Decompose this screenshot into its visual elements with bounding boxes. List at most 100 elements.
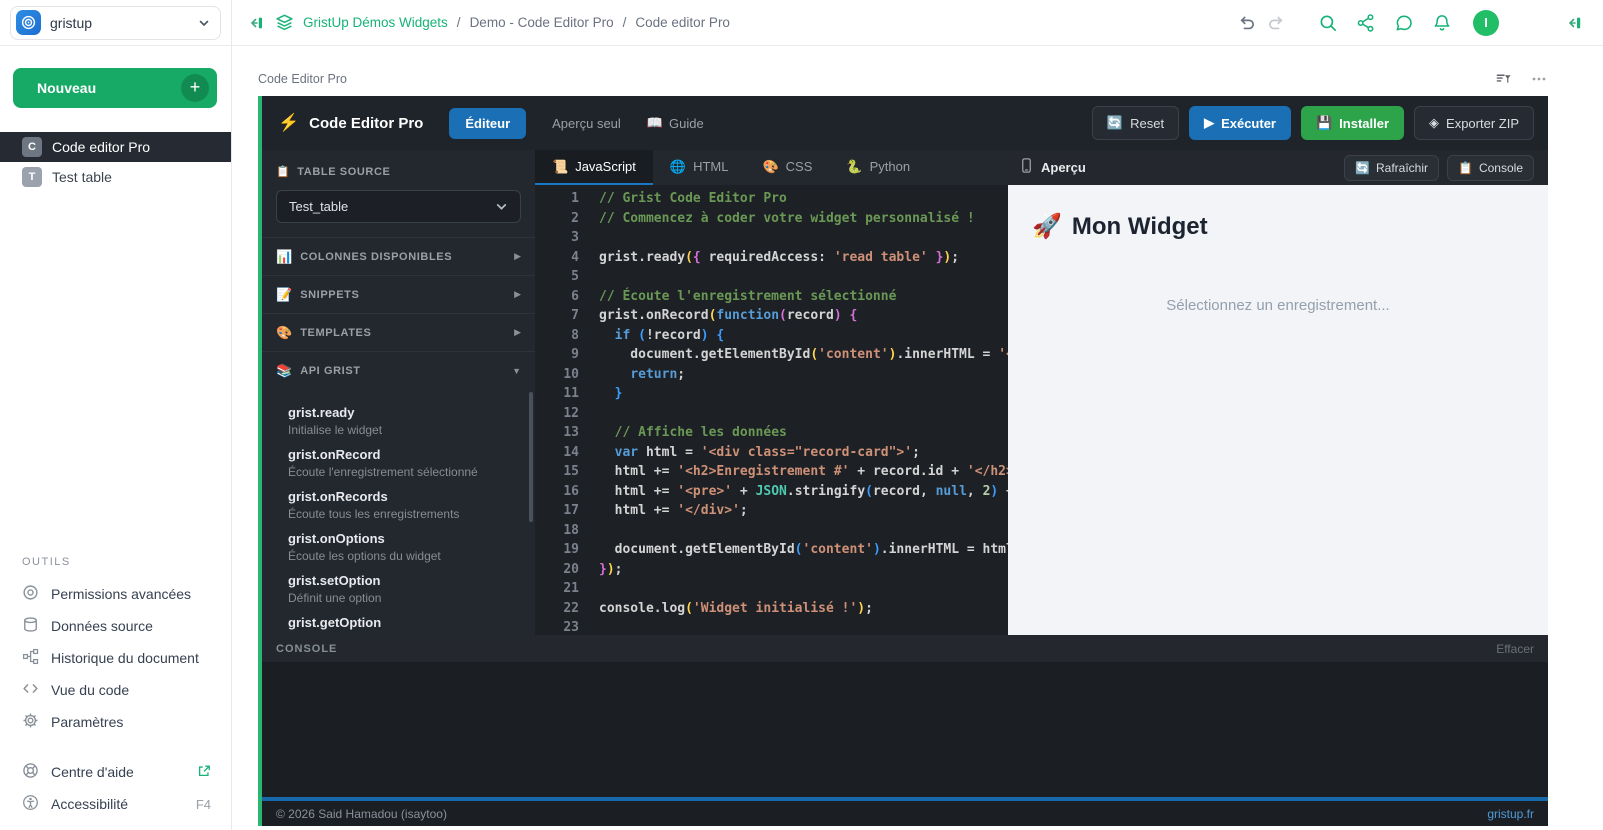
api-name: grist.getOption xyxy=(288,615,523,630)
gristup-link[interactable]: gristup.fr xyxy=(1487,807,1534,821)
line-number: 9 xyxy=(535,345,579,365)
app: gristup Nouveau + C Code editor Pro TTest … xyxy=(0,0,1603,830)
tool-item-vue-du-code[interactable]: Vue du code xyxy=(0,674,231,706)
line-number: 16 xyxy=(535,482,579,502)
console-clear-button[interactable]: Effacer xyxy=(1496,642,1534,656)
help-center-item[interactable]: Centre d'aide xyxy=(0,756,231,788)
widget-footer: © 2026 Said Hamadou (isaytoo) gristup.fr xyxy=(262,801,1548,826)
api-list: grist.readyInitialise le widgetgrist.onR… xyxy=(262,389,535,630)
reset-button[interactable]: 🔄Reset xyxy=(1092,106,1179,140)
section-snippets[interactable]: 📝SNIPPETS▶ xyxy=(262,275,535,313)
workspace-selector[interactable]: gristup xyxy=(10,6,221,40)
table-source-header: 📋 TABLE SOURCE xyxy=(262,150,535,187)
breadcrumb-separator2: / xyxy=(623,15,627,30)
line-content: var html = '<div class="record-card">'; xyxy=(579,443,920,463)
preview-title: Aperçu xyxy=(1041,160,1336,175)
tool-item-donn-es-source[interactable]: Données source xyxy=(0,610,231,642)
section-api-grist[interactable]: 📚API GRIST▼ xyxy=(262,351,535,389)
chevron-expanded-icon: ▼ xyxy=(512,366,521,376)
mode-tab-label: Guide xyxy=(669,116,704,131)
breadcrumb-page[interactable]: Code editor Pro xyxy=(635,15,730,30)
more-options-icon[interactable] xyxy=(1530,70,1548,88)
code-tab-label: JavaScript xyxy=(575,159,636,174)
sidebar-item-test-table[interactable]: TTest table xyxy=(0,162,231,192)
avatar[interactable]: I xyxy=(1473,10,1499,36)
redo-icon[interactable] xyxy=(1261,8,1291,38)
tool-item-historique-du-document[interactable]: Historique du document xyxy=(0,642,231,674)
code-line: 14 var html = '<div class="record-card">… xyxy=(535,443,1008,463)
chat-icon[interactable] xyxy=(1389,8,1419,38)
new-button-label: Nouveau xyxy=(37,80,181,96)
line-number: 13 xyxy=(535,423,579,443)
action-buttons: 🔄Reset ▶Exécuter 💾Installer ◈Exporter ZIP xyxy=(1092,106,1534,140)
help-label: Centre d'aide xyxy=(51,764,185,780)
lightning-icon: ⚡ xyxy=(278,113,299,133)
code-tab-html[interactable]: 🌐HTML xyxy=(653,150,746,185)
line-number: 8 xyxy=(535,326,579,346)
api-item-grist-onrecord[interactable]: grist.onRecordÉcoute l'enregistrement sé… xyxy=(262,437,535,479)
breadcrumb-workspace[interactable]: GristUp Démos Widgets xyxy=(303,15,448,30)
code-line: 17 html += '</div>'; xyxy=(535,501,1008,521)
sidebar-item-code-editor-pro[interactable]: C Code editor Pro xyxy=(0,132,231,162)
code-tab-css[interactable]: 🎨CSS xyxy=(745,150,829,185)
section-icon-templates: 🎨 xyxy=(276,325,292,341)
help-icon xyxy=(22,762,39,782)
api-name: grist.onOptions xyxy=(288,531,523,546)
section-colonnes-disponibles[interactable]: 📊COLONNES DISPONIBLES▶ xyxy=(262,237,535,275)
code-line: 1// Grist Code Editor Pro xyxy=(535,189,1008,209)
code-line: 3 xyxy=(535,228,1008,248)
code-tab-python[interactable]: 🐍Python xyxy=(829,150,927,185)
line-number: 7 xyxy=(535,306,579,326)
console-button[interactable]: 📋 Console xyxy=(1447,155,1534,181)
code-line: 9 document.getElementById('content').inn… xyxy=(535,345,1008,365)
installer-button[interactable]: 💾Installer xyxy=(1301,106,1404,140)
api-item-grist-setoption[interactable]: grist.setOptionDéfinit une option xyxy=(262,563,535,605)
mode-tab-diteur[interactable]: Éditeur xyxy=(449,108,526,139)
tools-section: OUTILS Permissions avancéesDonnées sourc… xyxy=(0,556,231,820)
breadcrumb-document[interactable]: Demo - Code Editor Pro xyxy=(470,15,614,30)
undo-icon[interactable] xyxy=(1231,8,1261,38)
api-desc: Écoute les options du widget xyxy=(288,549,523,563)
api-item-grist-ready[interactable]: grist.readyInitialise le widget xyxy=(262,395,535,437)
new-button[interactable]: Nouveau + xyxy=(13,68,217,108)
code-line: 11 } xyxy=(535,384,1008,404)
code-tab-label: Python xyxy=(870,159,910,174)
page-label: Code editor Pro xyxy=(52,139,150,155)
accessibility-item[interactable]: Accessibilité F4 xyxy=(0,788,231,820)
code-line: 21 xyxy=(535,579,1008,599)
exporter-zip-button[interactable]: ◈Exporter ZIP xyxy=(1414,106,1534,140)
mode-tab-guide[interactable]: 📖Guide xyxy=(647,115,704,131)
mode-tab-aper-u-seul[interactable]: Aperçu seul xyxy=(552,116,621,131)
line-content: grist.onRecord(function(record) { xyxy=(579,306,857,326)
ex-cuter-button[interactable]: ▶Exécuter xyxy=(1189,106,1291,140)
collapse-left-panel-icon[interactable] xyxy=(244,8,266,38)
table-source-select[interactable]: Test_table xyxy=(276,190,521,223)
panel-scrollbar[interactable] xyxy=(529,392,533,522)
console-icon: 📋 xyxy=(1458,161,1473,175)
line-content xyxy=(579,618,599,635)
api-item-grist-onrecords[interactable]: grist.onRecordsÉcoute tous les enregistr… xyxy=(262,479,535,521)
code-icon xyxy=(22,680,39,700)
collapse-right-panel-icon[interactable] xyxy=(1559,8,1589,38)
api-item-grist-getoption[interactable]: grist.getOption xyxy=(262,605,535,630)
code-editor[interactable]: 1// Grist Code Editor Pro2// Commencez à… xyxy=(535,185,1008,635)
code-line: 15 html += '<h2>Enregistrement #' + reco… xyxy=(535,462,1008,482)
section-templates[interactable]: 🎨TEMPLATES▶ xyxy=(262,313,535,351)
css-icon: 🎨 xyxy=(762,159,778,175)
tool-item-param-tres[interactable]: Paramètres xyxy=(0,706,231,738)
filter-icon[interactable] xyxy=(1495,71,1512,88)
notifications-icon[interactable] xyxy=(1427,8,1457,38)
code-tab-label: HTML xyxy=(693,159,728,174)
refresh-icon: 🔄 xyxy=(1355,161,1370,175)
refresh-button[interactable]: 🔄 Rafraîchir xyxy=(1344,155,1439,181)
code-line: 2// Commencez à coder votre widget perso… xyxy=(535,209,1008,229)
rocket-icon: 🚀 xyxy=(1032,212,1062,241)
search-icon[interactable] xyxy=(1313,8,1343,38)
code-tab-javascript[interactable]: 📜JavaScript xyxy=(535,150,653,185)
preview-icon xyxy=(1020,158,1033,178)
page-badge: C xyxy=(22,137,42,157)
share-icon[interactable] xyxy=(1351,8,1381,38)
api-item-grist-onoptions[interactable]: grist.onOptions Écoute les options du wid… xyxy=(262,521,535,563)
tool-item-permissions-avanc-es[interactable]: Permissions avancées xyxy=(0,578,231,610)
line-content xyxy=(579,267,599,287)
